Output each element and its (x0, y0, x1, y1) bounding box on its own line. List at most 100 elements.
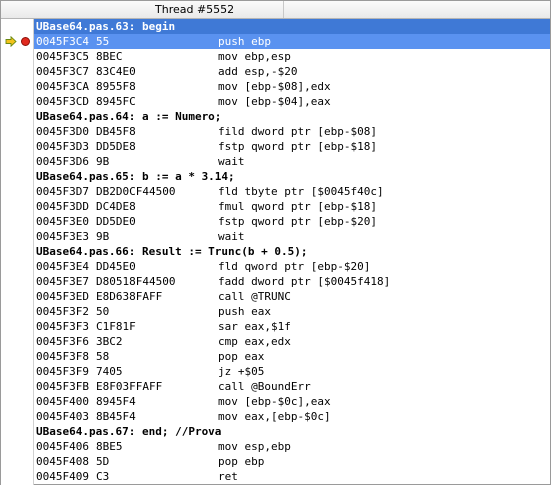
source-line-row[interactable]: UBase64.pas.65: b := a * 3.14; (34, 169, 550, 184)
instruction-address: 0045F3ED (36, 290, 89, 303)
breakpoint-gutter[interactable] (1, 19, 34, 485)
instruction-mnemonic: pop eax (218, 350, 265, 363)
asm-instruction-row[interactable]: 0045F3CA 8955F8 mov [ebp-$08],edx (34, 79, 550, 94)
instruction-mnemonic: fld tbyte ptr [$0045f40c] (218, 185, 384, 198)
instruction-address: 0045F406 (36, 440, 89, 453)
source-line-text: UBase64.pas.67: end; //Prova (36, 425, 222, 438)
asm-instruction-row[interactable]: 0045F3F3 C1F81F sar eax,$1f (34, 319, 550, 334)
instruction-mnemonic: fld qword ptr [ebp-$20] (218, 260, 371, 273)
instruction-address: 0045F3C4 (36, 35, 89, 48)
instruction-mnemonic: call @BoundErr (218, 380, 311, 393)
instruction-address: 0045F403 (36, 410, 89, 423)
source-line-row[interactable]: UBase64.pas.66: Result := Trunc(b + 0.5)… (34, 244, 550, 259)
asm-instruction-row[interactable]: 0045F3FB E8F03FFAFF call @BoundErr (34, 379, 550, 394)
instruction-address: 0045F3E3 (36, 230, 89, 243)
instruction-mnemonic: wait (218, 230, 245, 243)
instruction-mnemonic: fadd dword ptr [$0045f418] (218, 275, 391, 288)
asm-instruction-row[interactable]: 0045F406 8BE5 mov esp,ebp (34, 439, 550, 454)
instruction-address: 0045F3FB (36, 380, 89, 393)
asm-instruction-row[interactable]: 0045F3F8 58 pop eax (34, 349, 550, 364)
instruction-mnemonic: ret (218, 470, 238, 483)
asm-instruction-row[interactable]: 0045F3C7 83C4E0 add esp,-$20 (34, 64, 550, 79)
instruction-bytes: 7405 (96, 365, 123, 378)
source-line-row[interactable]: UBase64.pas.63: begin (34, 19, 550, 34)
instruction-mnemonic: call @TRUNC (218, 290, 291, 303)
breakpoint-icon[interactable] (21, 37, 30, 46)
asm-instruction-row[interactable]: 0045F3D0 DB45F8 fild dword ptr [ebp-$08] (34, 124, 550, 139)
asm-instruction-row[interactable]: 0045F3D3 DD5DE8 fstp qword ptr [ebp-$18] (34, 139, 550, 154)
instruction-bytes: 8B45F4 (96, 410, 136, 423)
instruction-address: 0045F408 (36, 455, 89, 468)
asm-instruction-row[interactable]: 0045F3C5 8BEC mov ebp,esp (34, 49, 550, 64)
instruction-mnemonic: push ebp (218, 35, 271, 48)
asm-instruction-row[interactable]: 0045F3F6 3BC2 cmp eax,edx (34, 334, 550, 349)
instruction-address: 0045F409 (36, 470, 89, 483)
instruction-mnemonic: sar eax,$1f (218, 320, 291, 333)
instruction-mnemonic: mov [ebp-$08],edx (218, 80, 331, 93)
asm-instruction-row[interactable]: 0045F3D6 9B wait (34, 154, 550, 169)
instruction-bytes: DD45E0 (96, 260, 136, 273)
source-line-text: UBase64.pas.66: Result := Trunc(b + 0.5)… (36, 245, 308, 258)
instruction-address: 0045F400 (36, 395, 89, 408)
instruction-address: 0045F3D0 (36, 125, 89, 138)
instruction-bytes: 9B (96, 230, 110, 243)
header-divider (283, 1, 284, 18)
source-line-row[interactable]: UBase64.pas.64: a := Numero; (34, 109, 550, 124)
instruction-mnemonic: fstp qword ptr [ebp-$20] (218, 215, 377, 228)
instruction-mnemonic: fmul qword ptr [ebp-$18] (218, 200, 377, 213)
instruction-address: 0045F3F8 (36, 350, 89, 363)
asm-instruction-row[interactable]: 0045F408 5D pop ebp (34, 454, 550, 469)
asm-instruction-row[interactable]: 0045F3E3 9B wait (34, 229, 550, 244)
source-line-text: UBase64.pas.64: a := Numero; (36, 110, 222, 123)
asm-instruction-row[interactable]: 0045F400 8945F4 mov [ebp-$0c],eax (34, 394, 550, 409)
asm-instruction-row[interactable]: 0045F3D7 DB2D0CF44500 fld tbyte ptr [$0045… (34, 184, 550, 199)
source-line-text: UBase64.pas.63: begin (36, 20, 176, 33)
instruction-mnemonic: fild dword ptr [ebp-$08] (218, 125, 377, 138)
instruction-bytes: 8955F8 (96, 80, 136, 93)
instruction-mnemonic: cmp eax,edx (218, 335, 291, 348)
instruction-mnemonic: jz +$05 (218, 365, 265, 378)
instruction-mnemonic: mov esp,ebp (218, 440, 291, 453)
disassembly-view[interactable]: UBase64.pas.63: begin 0045F3C4 55 push ebp 0… (34, 19, 550, 485)
asm-instruction-row[interactable]: 0045F3DD DC4DE8 fmul qword ptr [ebp-$18] (34, 199, 550, 214)
asm-instruction-row[interactable]: 0045F3F9 7405 jz +$05 (34, 364, 550, 379)
instruction-bytes: DB45F8 (96, 125, 136, 138)
instruction-address: 0045F3C7 (36, 65, 89, 78)
asm-instruction-row[interactable]: 0045F409 C3 ret (34, 469, 550, 484)
instruction-mnemonic: mov [ebp-$04],eax (218, 95, 331, 108)
asm-instruction-row[interactable]: 0045F3ED E8D638FAFF call @TRUNC (34, 289, 550, 304)
instruction-bytes: 8BE5 (96, 440, 123, 453)
instruction-mnemonic: wait (218, 155, 245, 168)
instruction-address: 0045F3F3 (36, 320, 89, 333)
instruction-address: 0045F3D6 (36, 155, 89, 168)
source-line-row[interactable]: UBase64.pas.67: end; //Prova (34, 424, 550, 439)
thread-header: Thread #5552 (1, 1, 550, 19)
instruction-bytes: 5D (96, 455, 110, 468)
instruction-mnemonic: pop ebp (218, 455, 265, 468)
asm-instruction-row[interactable]: 0045F3E7 D80518F44500 fadd dword ptr [$004… (34, 274, 550, 289)
instruction-address: 0045F3F9 (36, 365, 89, 378)
instruction-address: 0045F3C5 (36, 50, 89, 63)
instruction-address: 0045F3D7 (36, 185, 89, 198)
instruction-address: 0045F3E4 (36, 260, 89, 273)
asm-instruction-row[interactable]: 0045F3CD 8945FC mov [ebp-$04],eax (34, 94, 550, 109)
instruction-bytes: 83C4E0 (96, 65, 136, 78)
asm-instruction-row[interactable]: 0045F403 8B45F4 mov eax,[ebp-$0c] (34, 409, 550, 424)
instruction-bytes: 8945F4 (96, 395, 136, 408)
execution-point-arrow-icon (5, 36, 17, 47)
asm-instruction-row[interactable]: 0045F3E4 DD45E0 fld qword ptr [ebp-$20] (34, 259, 550, 274)
instruction-bytes: DC4DE8 (96, 200, 136, 213)
instruction-bytes: E8F03FFAFF (96, 380, 163, 393)
asm-instruction-row[interactable]: 0045F3E0 DD5DE0 fstp qword ptr [ebp-$20] (34, 214, 550, 229)
instruction-address: 0045F3CA (36, 80, 89, 93)
asm-instruction-row[interactable]: 0045F3C4 55 push ebp (34, 34, 550, 49)
instruction-address: 0045F3F2 (36, 305, 89, 318)
instruction-address: 0045F3D3 (36, 140, 89, 153)
instruction-mnemonic: fstp qword ptr [ebp-$18] (218, 140, 377, 153)
instruction-mnemonic: push eax (218, 305, 271, 318)
instruction-bytes: 8BEC (96, 50, 123, 63)
source-line-text: UBase64.pas.65: b := a * 3.14; (36, 170, 235, 183)
thread-title: Thread #5552 (155, 3, 235, 16)
instruction-bytes: DD5DE8 (96, 140, 136, 153)
asm-instruction-row[interactable]: 0045F3F2 50 push eax (34, 304, 550, 319)
